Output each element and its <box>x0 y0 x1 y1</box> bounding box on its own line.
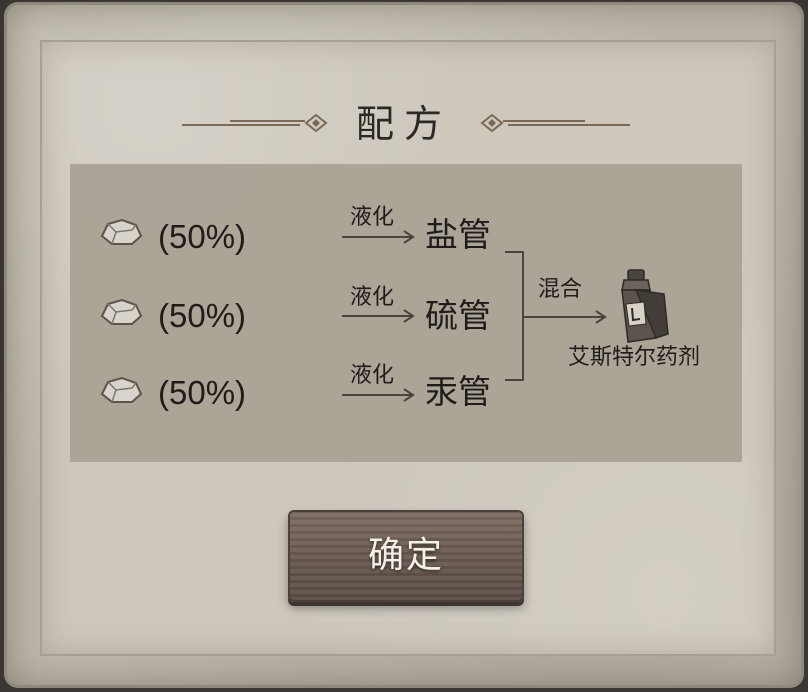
product-mercury-tube: 汞管 <box>425 372 491 411</box>
confirm-button-label: 确定 <box>367 535 444 576</box>
result-potion-name: 艾斯特尔药剂 <box>568 345 701 370</box>
product-sulfur-tube: 硫管 <box>425 296 491 335</box>
confirm-button[interactable]: 确定 <box>288 510 524 602</box>
potion-bottle-icon <box>621 269 669 343</box>
product-salt-tube: 盐管 <box>425 215 491 254</box>
combine-label: 混合 <box>538 277 583 302</box>
